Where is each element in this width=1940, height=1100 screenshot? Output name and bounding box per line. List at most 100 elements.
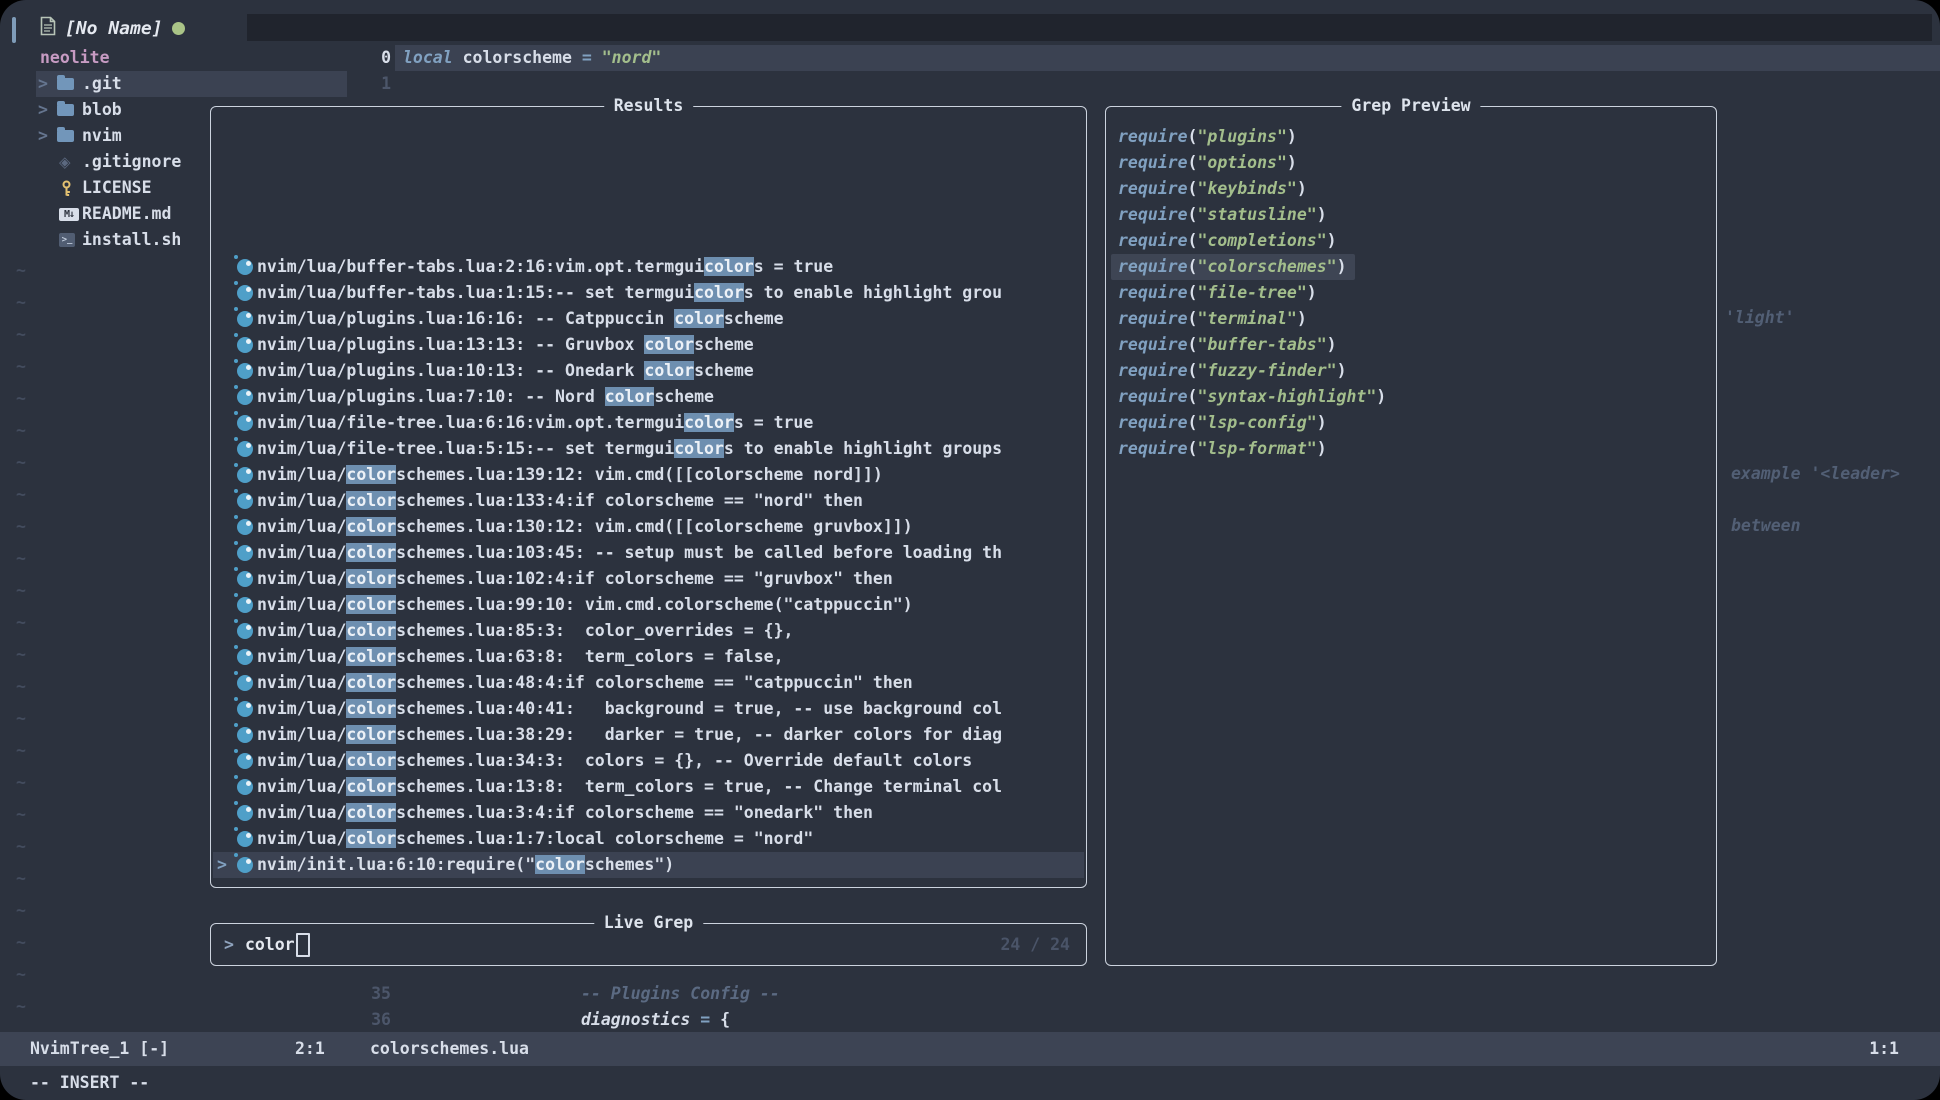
result-text: nvim/lua/colorschemes.lua:103:45: -- set… xyxy=(257,540,1002,566)
result-row[interactable]: nvim/lua/colorschemes.lua:102:4:if color… xyxy=(213,566,1084,592)
result-text: nvim/lua/colorschemes.lua:1:7:local colo… xyxy=(257,826,813,852)
prompt-icon: > xyxy=(224,935,234,954)
result-row[interactable]: nvim/lua/colorschemes.lua:40:41: backgro… xyxy=(213,696,1084,722)
code-token: = xyxy=(700,1010,720,1029)
result-row[interactable]: nvim/lua/colorschemes.lua:34:3: colors =… xyxy=(213,748,1084,774)
chevron-right-icon[interactable]: > xyxy=(38,123,48,149)
result-row[interactable]: nvim/lua/colorschemes.lua:63:8: term_col… xyxy=(213,644,1084,670)
preview-line-plugins[interactable]: require("plugins") xyxy=(1106,124,1716,150)
code-token: ) xyxy=(1297,309,1307,328)
match-highlight: color xyxy=(346,491,396,510)
preview-line-keybinds[interactable]: require("keybinds") xyxy=(1106,176,1716,202)
preview-line-completions[interactable]: require("completions") xyxy=(1106,228,1716,254)
preview-line-buffer-tabs[interactable]: require("buffer-tabs") xyxy=(1106,332,1716,358)
terminal-window: [No Name] 0 local colorscheme = "nord" 1… xyxy=(0,0,1940,1100)
result-row[interactable]: nvim/lua/plugins.lua:7:10: -- Nord color… xyxy=(213,384,1084,410)
result-row[interactable]: nvim/lua/file-tree.lua:5:15:-- set termg… xyxy=(213,436,1084,462)
result-row[interactable]: nvim/lua/buffer-tabs.lua:2:16:vim.opt.te… xyxy=(213,254,1084,280)
result-text: nvim/init.lua:6:10:require("colorschemes… xyxy=(257,852,674,878)
preview-line-options[interactable]: require("options") xyxy=(1106,150,1716,176)
code-token: ( xyxy=(1188,439,1198,458)
result-row[interactable]: nvim/lua/plugins.lua:13:13: -- Gruvbox c… xyxy=(213,332,1084,358)
grep-preview-panel: Grep Preview require("plugins")require("… xyxy=(1105,106,1717,966)
grep-preview-list: require("plugins")require("options")requ… xyxy=(1106,124,1716,462)
code-token: ) xyxy=(1337,361,1347,380)
code-token: "keybinds" xyxy=(1197,179,1296,198)
code-token: ) xyxy=(1297,179,1307,198)
editor-code-line: diagnostics = { xyxy=(581,1007,730,1033)
result-row[interactable]: nvim/lua/plugins.lua:16:16: -- Catppucci… xyxy=(213,306,1084,332)
filetree-item-label: .git xyxy=(82,71,122,97)
preview-line-fuzzy-finder[interactable]: require("fuzzy-finder") xyxy=(1106,358,1716,384)
result-row[interactable]: nvim/lua/colorschemes.lua:130:12: vim.cm… xyxy=(213,514,1084,540)
results-panel: Results nvim/lua/buffer-tabs.lua:2:16:vi… xyxy=(210,106,1087,888)
code-token: ) xyxy=(1376,387,1386,406)
preview-line-syntax-highlight[interactable]: require("syntax-highlight") xyxy=(1106,384,1716,410)
result-row[interactable]: nvim/lua/colorschemes.lua:99:10: vim.cmd… xyxy=(213,592,1084,618)
result-row[interactable]: nvim/lua/buffer-tabs.lua:1:15:-- set ter… xyxy=(213,280,1084,306)
code-token: "lsp-format" xyxy=(1197,439,1316,458)
result-row[interactable]: nvim/lua/colorschemes.lua:13:8: term_col… xyxy=(213,774,1084,800)
preview-line-statusline[interactable]: require("statusline") xyxy=(1106,202,1716,228)
filetree-root: neolite xyxy=(40,45,110,71)
result-row[interactable]: nvim/lua/plugins.lua:10:13: -- Onedark c… xyxy=(213,358,1084,384)
result-text: nvim/lua/plugins.lua:7:10: -- Nord color… xyxy=(257,384,714,410)
match-highlight: color xyxy=(346,829,396,848)
folder-icon xyxy=(57,71,74,97)
lua-file-icon xyxy=(237,337,253,353)
folder-icon xyxy=(57,123,74,149)
code-token: require xyxy=(1118,387,1188,406)
result-row[interactable]: nvim/lua/file-tree.lua:6:16:vim.opt.term… xyxy=(213,410,1084,436)
result-row[interactable]: nvim/lua/colorschemes.lua:139:12: vim.cm… xyxy=(213,462,1084,488)
result-row[interactable]: nvim/lua/colorschemes.lua:85:3: color_ov… xyxy=(213,618,1084,644)
preview-line-lsp-format[interactable]: require("lsp-format") xyxy=(1106,436,1716,462)
code-token: ) xyxy=(1287,127,1297,146)
result-row[interactable]: nvim/lua/colorschemes.lua:133:4:if color… xyxy=(213,488,1084,514)
lua-file-icon xyxy=(237,727,253,743)
preview-line-file-tree[interactable]: require("file-tree") xyxy=(1106,280,1716,306)
code-token: ( xyxy=(1188,413,1198,432)
result-row[interactable]: nvim/lua/colorschemes.lua:1:7:local colo… xyxy=(213,826,1084,852)
code-token: { xyxy=(720,1010,730,1029)
preview-line-lsp-config[interactable]: require("lsp-config") xyxy=(1106,410,1716,436)
match-highlight: color xyxy=(684,413,734,432)
chevron-right-icon[interactable]: > xyxy=(38,71,48,97)
chevron-right-icon[interactable]: > xyxy=(38,97,48,123)
match-highlight: color xyxy=(605,387,655,406)
code-token: require xyxy=(1118,127,1188,146)
result-row[interactable]: nvim/lua/colorschemes.lua:38:29: darker … xyxy=(213,722,1084,748)
result-text: nvim/lua/colorschemes.lua:34:3: colors =… xyxy=(257,748,972,774)
live-grep-panel[interactable]: Live Grep > color 24 / 24 xyxy=(210,923,1087,966)
preview-line-terminal[interactable]: require("terminal") xyxy=(1106,306,1716,332)
code-token: ( xyxy=(1188,361,1198,380)
result-row[interactable]: nvim/lua/colorschemes.lua:3:4:if colorsc… xyxy=(213,800,1084,826)
result-text: nvim/lua/buffer-tabs.lua:1:15:-- set ter… xyxy=(257,280,1002,306)
match-highlight: color xyxy=(535,855,585,874)
result-row[interactable]: nvim/lua/colorschemes.lua:48:4:if colors… xyxy=(213,670,1084,696)
tilde-marker: ~ xyxy=(16,674,26,700)
tilde-marker: ~ xyxy=(16,962,26,988)
result-row[interactable]: > nvim/init.lua:6:10:require("colorscheme… xyxy=(213,852,1084,878)
code-token: ) xyxy=(1317,413,1327,432)
result-row[interactable]: nvim/lua/colorschemes.lua:103:45: -- set… xyxy=(213,540,1084,566)
code-token: = xyxy=(582,48,602,67)
result-text: nvim/lua/colorschemes.lua:3:4:if colorsc… xyxy=(257,800,873,826)
code-token: "file-tree" xyxy=(1197,283,1306,302)
markdown-icon: M↓ xyxy=(59,201,79,227)
selected-arrow-icon: > xyxy=(217,852,227,878)
lua-file-icon xyxy=(237,805,253,821)
lua-file-icon xyxy=(237,389,253,405)
key-icon xyxy=(59,175,74,201)
tilde-marker: ~ xyxy=(16,578,26,604)
match-highlight: color xyxy=(346,673,396,692)
filetree-item-git[interactable]: > .git xyxy=(36,71,347,97)
filetree-item-label: README.md xyxy=(82,201,171,227)
live-grep-input[interactable]: color xyxy=(245,935,295,954)
filetree-item-label: LICENSE xyxy=(82,175,152,201)
lua-file-icon xyxy=(237,857,253,873)
tilde-marker: ~ xyxy=(16,354,26,380)
tab-no-name[interactable]: [No Name] xyxy=(40,14,185,42)
tilde-marker: ~ xyxy=(16,418,26,444)
preview-line-colorschemes[interactable]: require("colorschemes") xyxy=(1106,254,1716,280)
statusline-buffer-name: NvimTree_1 [-] xyxy=(30,1032,169,1066)
